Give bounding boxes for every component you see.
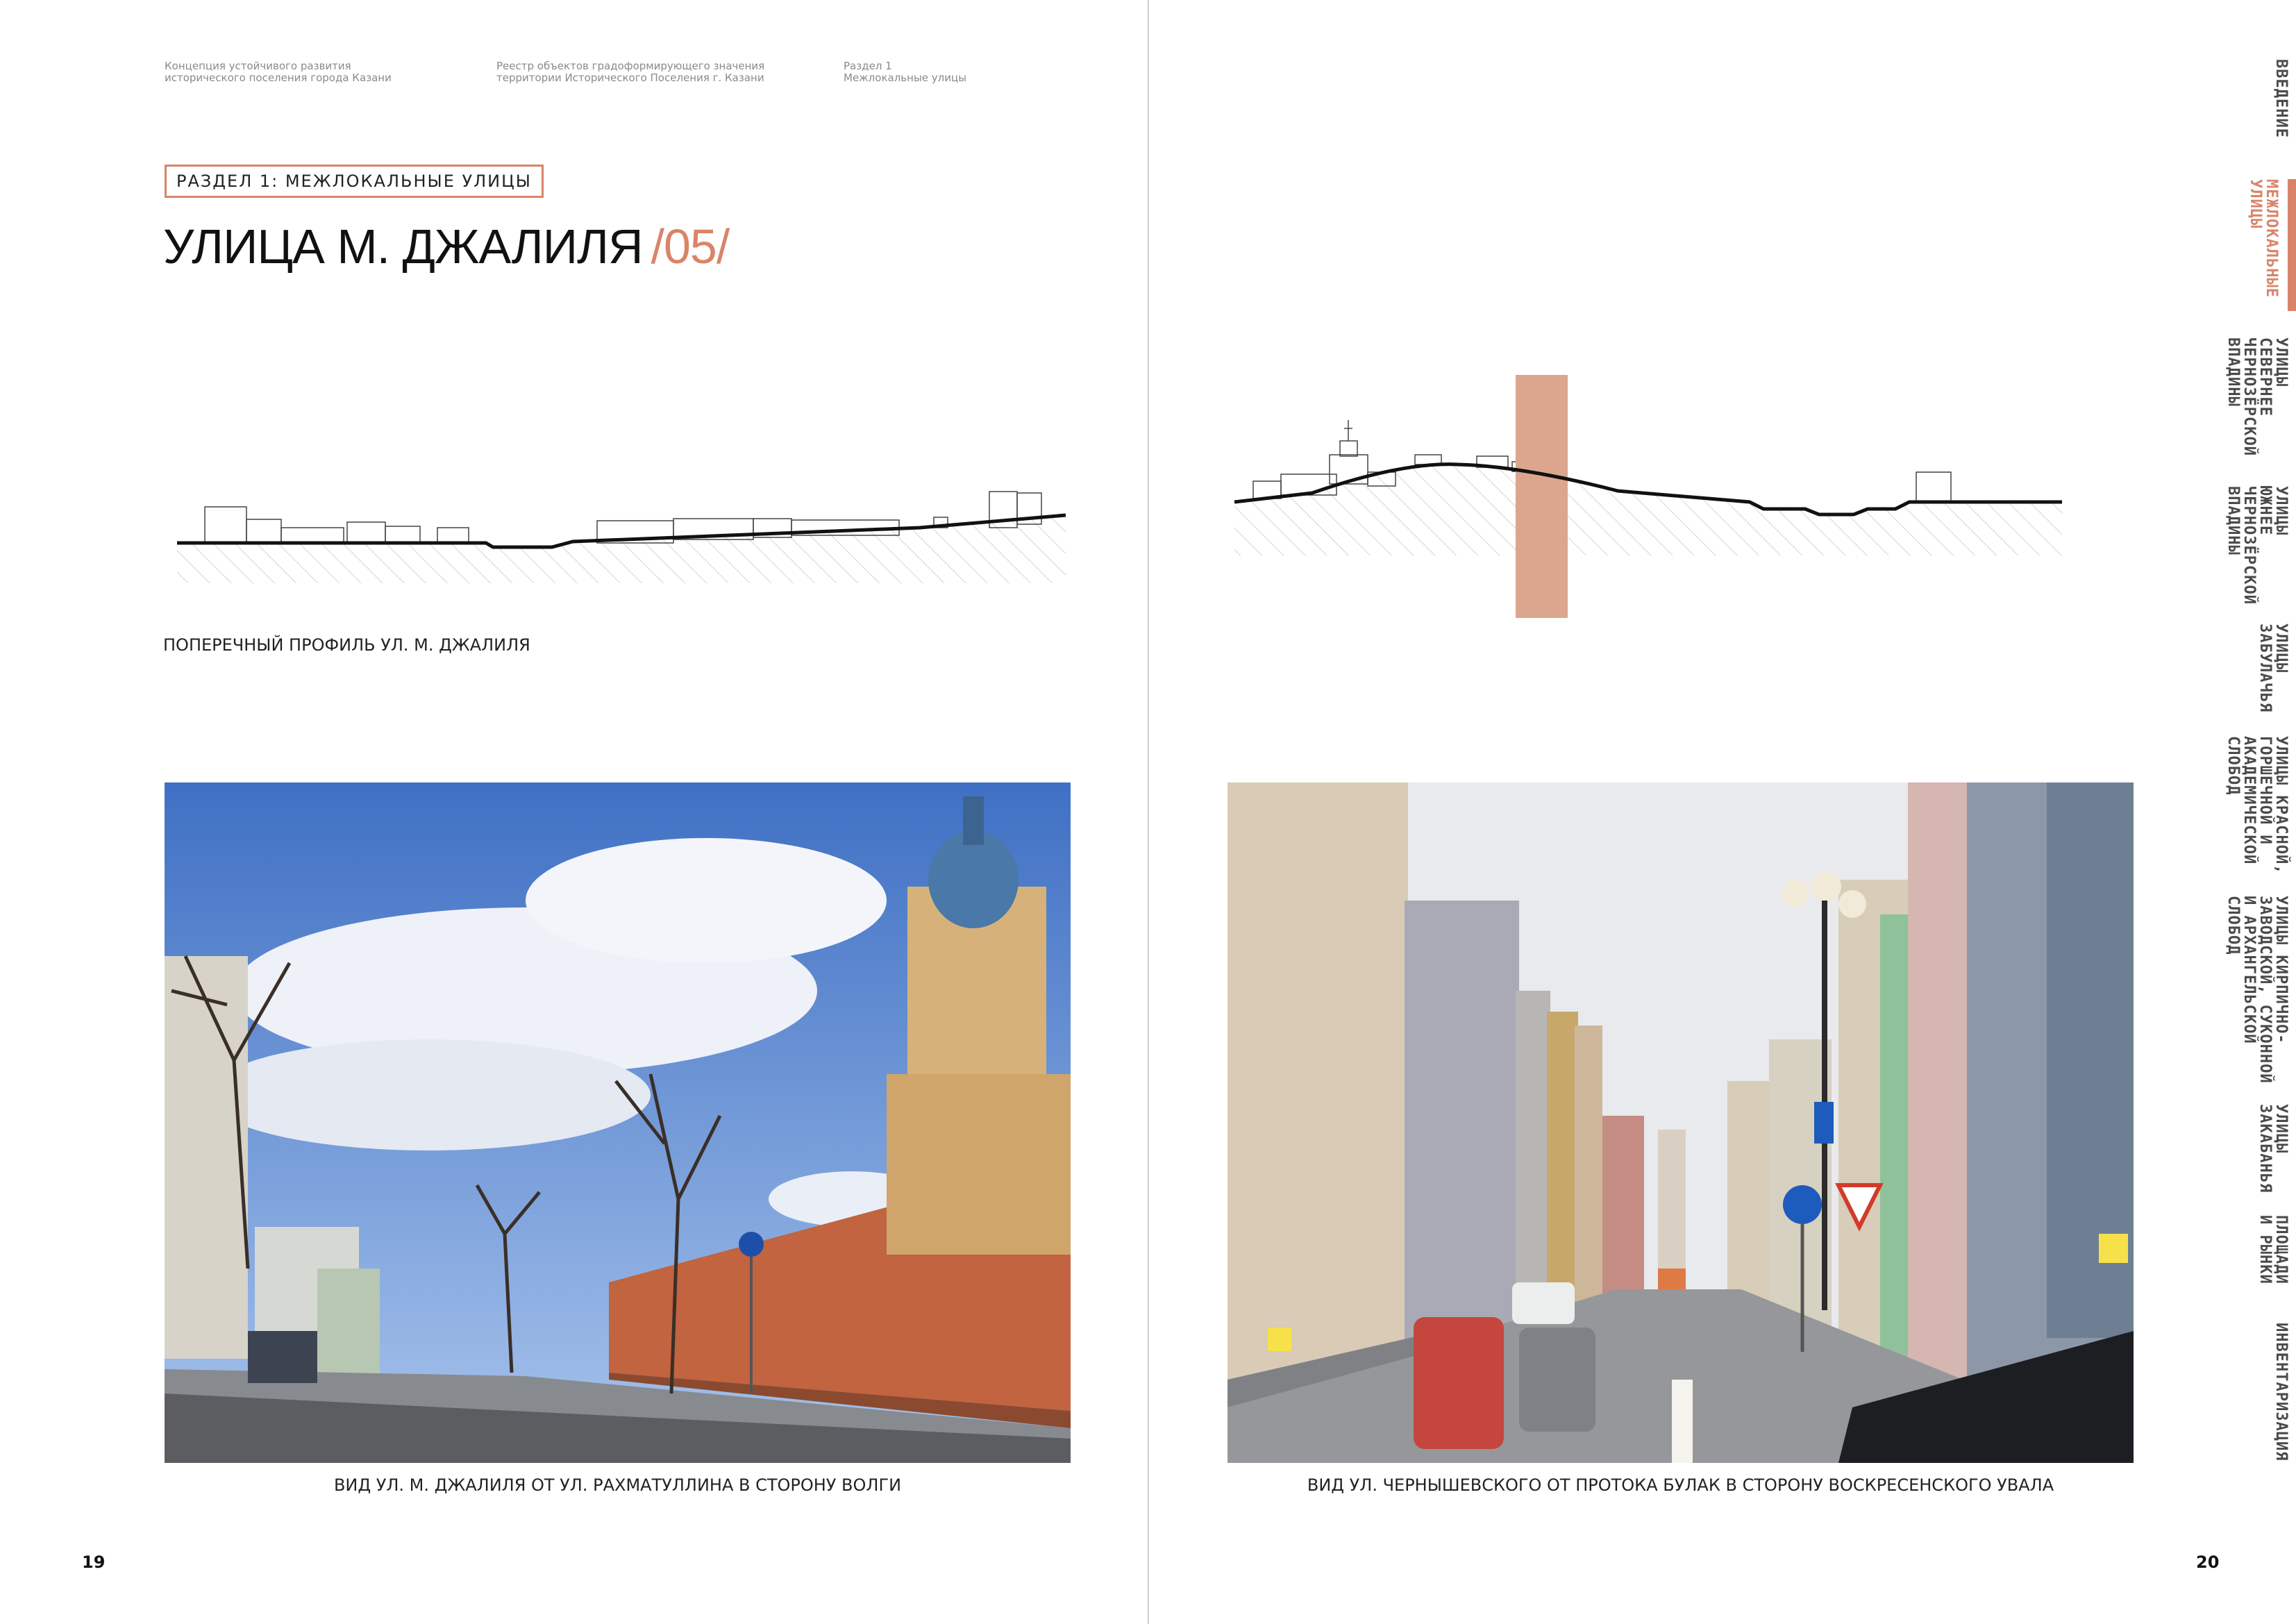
header-note-section: Раздел 1 Межлокальные улицы bbox=[844, 60, 967, 84]
nav-item-kirpichno-sloboda[interactable]: УЛИЦЫ КИРПИЧНО- ЗАВОДСКОЙ, СУКОННОЙ И АР… bbox=[2187, 896, 2296, 1084]
nav-item-label: УЛИЦЫ ЗАКАБАНЬЯ bbox=[2256, 1104, 2290, 1194]
nav-item-squares-markets[interactable]: ПЛОЩАДИ И РЫНКИ bbox=[2187, 1215, 2296, 1284]
nav-item-label: УЛИЦЫ ЮЖНЕЕ ЧЕРНОЗЁРСКОЙ ВПАДИНЫ bbox=[2224, 486, 2290, 605]
nav-item-zakabanye[interactable]: УЛИЦЫ ЗАКАБАНЬЯ bbox=[2187, 1104, 2296, 1193]
section-nav: ВВЕДЕНИЕ МЕЖЛОКАЛЬНЫЕ УЛИЦЫ УЛИЦЫ СЕВЕРН… bbox=[2187, 0, 2296, 1624]
nav-item-label: УЛИЦЫ КРАСНОЙ, ГОРШЕЧНОЙ И АКАДЕМИЧЕСКОЙ… bbox=[2224, 736, 2290, 875]
nav-item-introduction[interactable]: ВВЕДЕНИЕ bbox=[2187, 59, 2296, 138]
street-highlight-marker bbox=[1516, 375, 1568, 618]
nav-item-label: ПЛОЩАДИ И РЫНКИ bbox=[2256, 1215, 2290, 1284]
page-divider bbox=[1148, 0, 1149, 1624]
nav-item-label: МЕЖЛОКАЛЬНЫЕ УЛИЦЫ bbox=[2247, 179, 2280, 298]
nav-item-label: ИНВЕНТАРИЗАЦИЯ bbox=[2272, 1323, 2290, 1462]
nav-item-label: ВВЕДЕНИЕ bbox=[2272, 59, 2290, 138]
nav-item-krasnaya-sloboda[interactable]: УЛИЦЫ КРАСНОЙ, ГОРШЕЧНОЙ И АКАДЕМИЧЕСКОЙ… bbox=[2187, 736, 2296, 874]
nav-item-label: УЛИЦЫ СЕВЕРНЕЕ ЧЕРНОЗЁРСКОЙ ВПАДИНЫ bbox=[2224, 337, 2290, 456]
nav-item-label: УЛИЦЫ КИРПИЧНО- ЗАВОДСКОЙ, СУКОННОЙ И АР… bbox=[2224, 896, 2290, 1084]
title-number: /05/ bbox=[651, 219, 730, 274]
nav-item-label: УЛИЦЫ ЗАБУЛАЧЬЯ bbox=[2256, 623, 2290, 713]
profile-caption: ПОПЕРЕЧНЫЙ ПРОФИЛЬ УЛ. М. ДЖАЛИЛЯ bbox=[163, 635, 530, 655]
street-profile-right bbox=[1234, 375, 2062, 618]
photo-dzhalil-street bbox=[165, 782, 1071, 1463]
title-text: УЛИЦА М. ДЖАЛИЛЯ bbox=[163, 219, 644, 274]
nav-item-inventory[interactable]: ИНВЕНТАРИЗАЦИЯ bbox=[2187, 1323, 2296, 1461]
nav-item-zabulachye[interactable]: УЛИЦЫ ЗАБУЛАЧЬЯ bbox=[2187, 623, 2296, 712]
header-note-registry: Реестр объектов градоформирующего значен… bbox=[496, 60, 765, 84]
page-number-left: 19 bbox=[82, 1552, 106, 1572]
section-label: РАЗДЕЛ 1: МЕЖЛОКАЛЬНЫЕ УЛИЦЫ bbox=[165, 165, 544, 198]
photo-chernyshevsky-street bbox=[1227, 782, 2134, 1463]
nav-item-south-chernozersk[interactable]: УЛИЦЫ ЮЖНЕЕ ЧЕРНОЗЁРСКОЙ ВПАДИНЫ bbox=[2187, 486, 2296, 605]
nav-item-interlocal-streets[interactable]: МЕЖЛОКАЛЬНЫЕ УЛИЦЫ bbox=[2187, 179, 2296, 311]
photo-caption-right: ВИД УЛ. ЧЕРНЫШЕВСКОГО ОТ ПРОТОКА БУЛАК В… bbox=[1307, 1475, 2054, 1495]
active-nav-marker bbox=[2288, 179, 2296, 311]
photo-caption-left: ВИД УЛ. М. ДЖАЛИЛЯ ОТ УЛ. РАХМАТУЛЛИНА В… bbox=[333, 1475, 902, 1495]
street-profile-left bbox=[177, 491, 1066, 583]
page-title: УЛИЦА М. ДЖАЛИЛЯ/05/ bbox=[163, 219, 730, 274]
header-note-concept: Концепция устойчивого развития историчес… bbox=[165, 60, 392, 84]
nav-item-north-chernozersk[interactable]: УЛИЦЫ СЕВЕРНЕЕ ЧЕРНОЗЁРСКОЙ ВПАДИНЫ bbox=[2187, 337, 2296, 456]
